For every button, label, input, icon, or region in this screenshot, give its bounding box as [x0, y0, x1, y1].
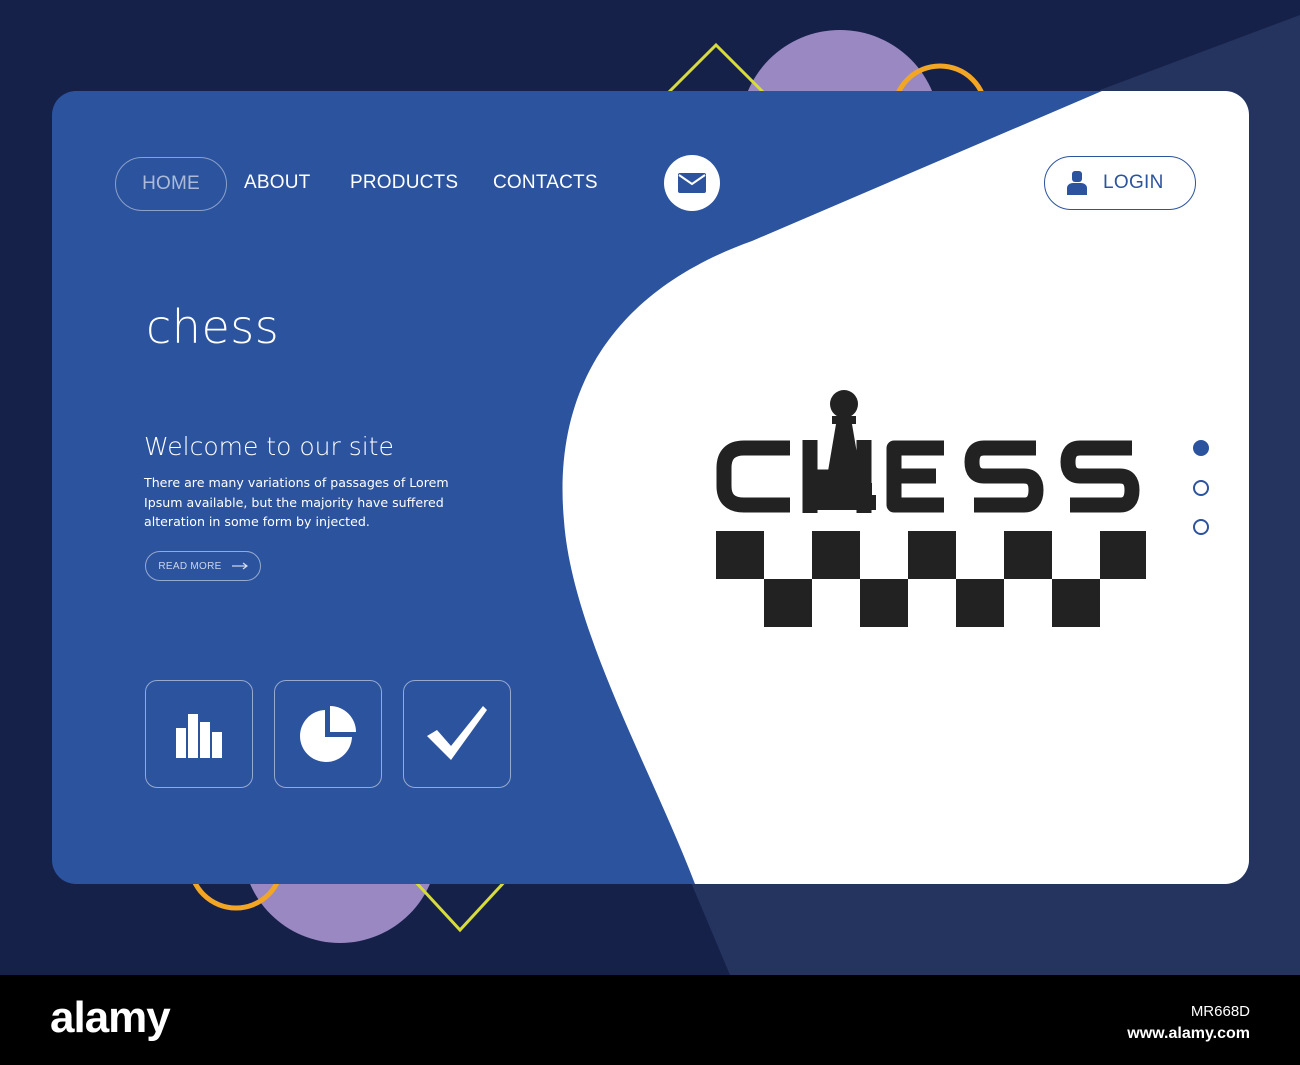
carousel-dot-1[interactable]: [1193, 440, 1209, 456]
envelope-icon: [678, 173, 706, 193]
welcome-heading: Welcome to our site: [144, 432, 394, 461]
user-icon: [1067, 171, 1087, 195]
footer-url[interactable]: www.alamy.com: [1127, 1023, 1250, 1045]
footer-brand-logo: alamy: [50, 993, 171, 1042]
mail-button[interactable]: [664, 155, 720, 211]
footer-image-id: MR668D: [1190, 1003, 1250, 1020]
hero-description: There are many variations of passages of…: [144, 475, 449, 529]
carousel-dot-3[interactable]: [1193, 519, 1209, 535]
nav-products[interactable]: PRODUCTS: [350, 157, 458, 209]
bar-chart-icon: [176, 714, 222, 758]
hero-title: chess: [146, 300, 280, 354]
tile-bar-chart[interactable]: [145, 680, 253, 788]
checkmark-icon: [427, 706, 487, 760]
nav-contacts[interactable]: CONTACTS: [493, 157, 598, 209]
login-button[interactable]: LOGIN: [1044, 156, 1196, 210]
footer-bar: alamy MR668D www.alamy.com: [0, 975, 1300, 1065]
checkerboard-pattern: [716, 531, 1146, 627]
nav-about[interactable]: ABOUT: [244, 157, 310, 209]
page-stage: HOME ABOUT PRODUCTS CONTACTS LOGIN chess…: [0, 0, 1300, 975]
tile-check[interactable]: [403, 680, 511, 788]
carousel-dot-2[interactable]: [1193, 480, 1209, 496]
footer-credit: MR668D www.alamy.com: [1127, 1001, 1250, 1045]
chess-logo: [716, 390, 1146, 627]
read-more-label: READ MORE: [158, 560, 222, 572]
pie-chart-icon: [300, 706, 356, 762]
login-label: LOGIN: [1103, 172, 1164, 193]
read-more-button[interactable]: READ MORE: [145, 551, 261, 581]
arrow-right-icon: [231, 562, 248, 570]
tile-pie-chart[interactable]: [274, 680, 382, 788]
nav-home[interactable]: HOME: [115, 157, 227, 211]
